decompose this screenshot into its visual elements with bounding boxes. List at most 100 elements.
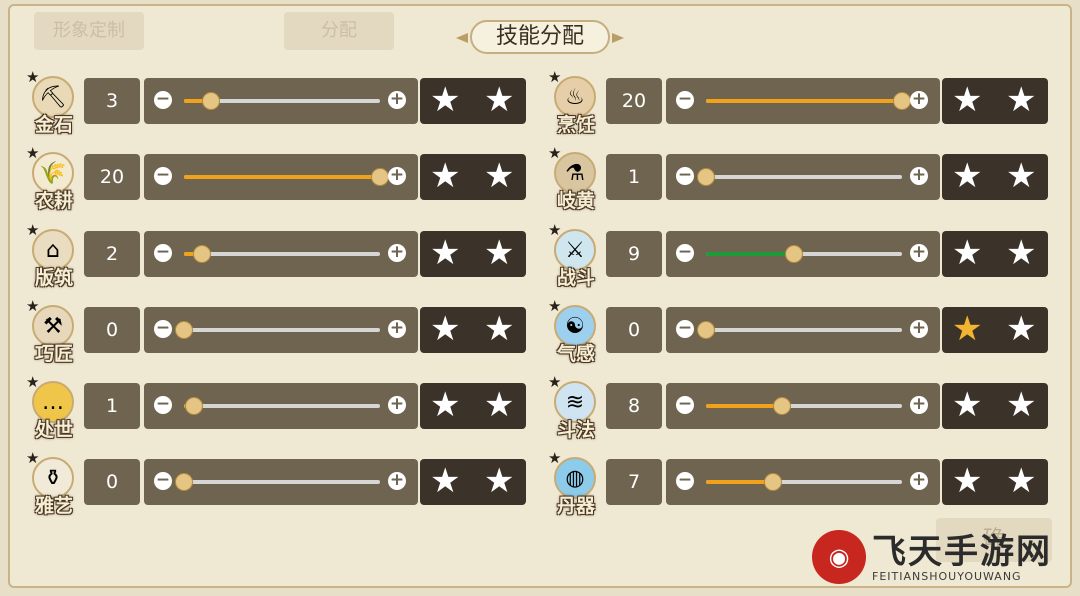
- skill-points-value: 9: [606, 231, 662, 277]
- skill-row: ≋ ★ 斗法 8 − + ★ ★: [548, 373, 1050, 441]
- skill-slider: − +: [144, 78, 418, 124]
- skill-slider: − +: [666, 231, 940, 277]
- skill-badge: ⛏ ★ 金石: [26, 68, 84, 136]
- watermark-subtext: FEITIANSHOUYOUWANG: [872, 570, 1022, 583]
- bg-tab-allocate: 分配: [284, 12, 394, 50]
- slider-track[interactable]: [175, 321, 380, 339]
- minus-button[interactable]: −: [676, 320, 694, 338]
- mortar-icon-glyph: ⚗: [565, 160, 585, 186]
- talent-stars: ★ ★: [942, 383, 1048, 429]
- slider-handle[interactable]: [785, 245, 803, 263]
- skill-name: 丹器: [556, 495, 595, 517]
- skill-points-value: 0: [84, 307, 140, 353]
- slider-handle[interactable]: [185, 397, 203, 415]
- minus-button[interactable]: −: [154, 167, 172, 185]
- plus-button[interactable]: +: [388, 472, 406, 490]
- plus-button[interactable]: +: [388, 91, 406, 109]
- star-icon: ★: [430, 156, 461, 196]
- skill-points-value: 20: [84, 154, 140, 200]
- skill-slider: − +: [144, 154, 418, 200]
- star-icon: ★: [1006, 461, 1037, 501]
- minus-button[interactable]: −: [676, 91, 694, 109]
- rank-star-icon: ★: [26, 373, 40, 391]
- slider-handle[interactable]: [175, 321, 193, 339]
- rank-star-icon: ★: [548, 144, 562, 162]
- skill-row: ☯ ★ 气感 0 − + ★ ★: [548, 297, 1050, 365]
- star-icon: ★: [430, 233, 461, 273]
- title-left-ornament: [456, 33, 468, 43]
- minus-button[interactable]: −: [154, 91, 172, 109]
- talent-stars: ★ ★: [420, 383, 526, 429]
- skill-row: ⚗ ★ 岐黄 1 − + ★ ★: [548, 144, 1050, 212]
- minus-button[interactable]: −: [676, 472, 694, 490]
- skill-points-value: 0: [84, 459, 140, 505]
- star-icon: ★: [952, 80, 983, 120]
- slider-handle[interactable]: [697, 321, 715, 339]
- slider-track[interactable]: [706, 397, 902, 415]
- minus-button[interactable]: −: [154, 396, 172, 414]
- plus-button[interactable]: +: [388, 244, 406, 262]
- minus-button[interactable]: −: [154, 472, 172, 490]
- rank-star-icon: ★: [26, 449, 40, 467]
- slider-handle[interactable]: [893, 92, 911, 110]
- sword-icon-glyph: ⚔: [565, 237, 585, 263]
- talent-stars: ★ ★: [942, 231, 1048, 277]
- skill-name: 战斗: [556, 267, 595, 289]
- slider-track[interactable]: [697, 321, 902, 339]
- slider-track[interactable]: [706, 92, 911, 110]
- plus-button[interactable]: +: [910, 396, 928, 414]
- title-banner: 技能分配: [456, 18, 624, 58]
- minus-button[interactable]: −: [154, 320, 172, 338]
- slider-handle[interactable]: [193, 245, 211, 263]
- skill-badge: ⚱ ★ 雅艺: [26, 449, 84, 517]
- plus-button[interactable]: +: [910, 167, 928, 185]
- slider-handle[interactable]: [773, 397, 791, 415]
- skill-points-value: 20: [606, 78, 662, 124]
- rank-star-icon: ★: [548, 221, 562, 239]
- skill-row: ⛏ ★ 金石 3 − + ★ ★: [26, 68, 528, 136]
- slider-handle[interactable]: [764, 473, 782, 491]
- skill-name: 农耕: [34, 190, 73, 212]
- skill-points-value: 2: [84, 231, 140, 277]
- slider-handle[interactable]: [175, 473, 193, 491]
- skill-badge: ⚔ ★ 战斗: [548, 221, 606, 289]
- minus-button[interactable]: −: [676, 244, 694, 262]
- skill-badge: ☯ ★ 气感: [548, 297, 606, 365]
- plus-button[interactable]: +: [910, 472, 928, 490]
- slider-track[interactable]: [175, 473, 380, 491]
- slider-handle[interactable]: [697, 168, 715, 186]
- minus-button[interactable]: −: [154, 244, 172, 262]
- star-icon: ★: [430, 385, 461, 425]
- slider-fill: [184, 175, 380, 179]
- plus-button[interactable]: +: [388, 167, 406, 185]
- star-icon: ★: [952, 385, 983, 425]
- slider-track[interactable]: [706, 473, 902, 491]
- talent-stars: ★ ★: [942, 459, 1048, 505]
- skill-points-value: 3: [84, 78, 140, 124]
- skill-name: 巧匠: [34, 343, 73, 365]
- skill-slider: − +: [666, 154, 940, 200]
- wheat-icon-glyph: 🌾: [39, 160, 67, 186]
- skill-points-value: 0: [606, 307, 662, 353]
- slider-handle[interactable]: [371, 168, 389, 186]
- plus-button[interactable]: +: [910, 320, 928, 338]
- skill-row: ⌂ ★ 版筑 2 − + ★ ★: [26, 221, 528, 289]
- slider-track[interactable]: [184, 168, 389, 186]
- minus-button[interactable]: −: [676, 396, 694, 414]
- plus-button[interactable]: +: [910, 91, 928, 109]
- slider-track[interactable]: [706, 245, 902, 263]
- slider-track[interactable]: [184, 92, 380, 110]
- skill-name: 雅艺: [34, 495, 73, 517]
- slider-track[interactable]: [184, 245, 380, 263]
- slider-fill: [706, 99, 902, 103]
- plus-button[interactable]: +: [388, 396, 406, 414]
- skill-slider: − +: [144, 459, 418, 505]
- plus-button[interactable]: +: [388, 320, 406, 338]
- slider-track[interactable]: [697, 168, 902, 186]
- slider-track[interactable]: [184, 397, 380, 415]
- plus-button[interactable]: +: [910, 244, 928, 262]
- slider-fill: [706, 404, 782, 408]
- slider-handle[interactable]: [202, 92, 220, 110]
- talent-stars: ★ ★: [420, 307, 526, 353]
- minus-button[interactable]: −: [676, 167, 694, 185]
